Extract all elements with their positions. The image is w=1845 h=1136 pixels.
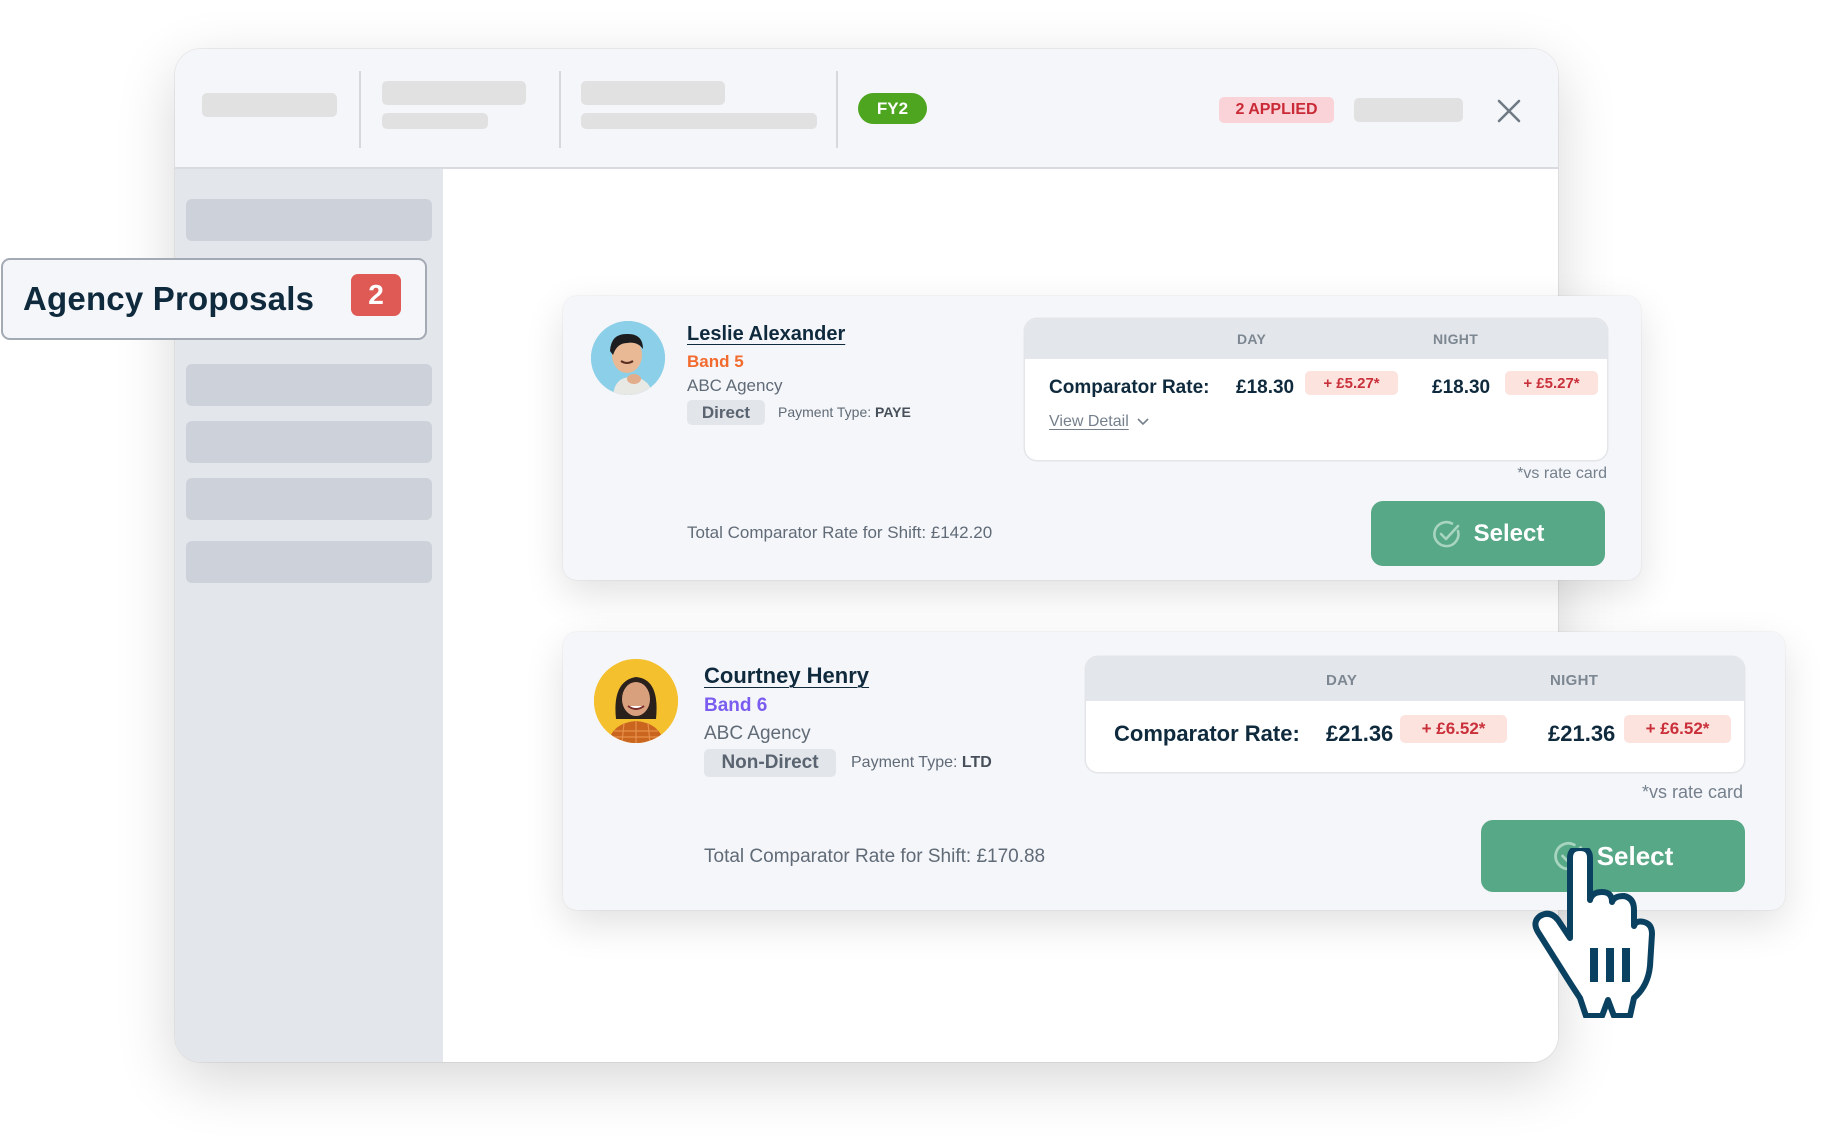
day-rate-diff-badge: + £6.52* <box>1400 715 1507 743</box>
agency-name: ABC Agency <box>687 376 783 395</box>
comparator-rate-label: Comparator Rate: <box>1049 377 1210 398</box>
agency-name: ABC Agency <box>704 723 811 744</box>
select-proposal-button[interactable]: Select <box>1371 501 1605 566</box>
column-header-night: NIGHT <box>1550 672 1599 689</box>
skeleton-placeholder <box>382 81 526 105</box>
payment-type-value: LTD <box>961 754 992 771</box>
rate-card-footnote: *vs rate card <box>1517 465 1607 482</box>
sidebar-item[interactable] <box>186 541 432 583</box>
avatar <box>591 321 665 395</box>
day-rate-diff-badge: + £5.27* <box>1305 371 1398 395</box>
skeleton-placeholder <box>581 81 725 105</box>
check-circle-icon <box>1432 520 1460 547</box>
select-label: Select <box>1473 519 1545 547</box>
skeleton-placeholder <box>581 113 817 129</box>
chevron-down-icon <box>1137 418 1149 426</box>
rate-table-header: DAY NIGHT <box>1086 657 1744 701</box>
day-rate: £18.30 <box>1236 377 1295 398</box>
column-header-day: DAY <box>1237 331 1267 347</box>
close-icon <box>1497 99 1521 123</box>
view-detail-label: View Detail <box>1049 413 1129 430</box>
engagement-type-chip: Direct <box>687 400 765 425</box>
total-comparator-rate: Total Comparator Rate for Shift: £142.20 <box>687 523 993 542</box>
divider <box>836 71 838 148</box>
payment-type-label: Payment Type: <box>778 404 872 420</box>
band-label: Band 5 <box>687 352 744 371</box>
payment-type: Payment Type: LTD <box>851 754 992 772</box>
column-header-night: NIGHT <box>1433 331 1479 347</box>
close-button[interactable] <box>1494 96 1524 126</box>
skeleton-placeholder <box>202 93 337 117</box>
hand-pointer-cursor-icon <box>1532 848 1655 1018</box>
agency-proposals-title: Agency Proposals <box>23 280 315 317</box>
payment-type: Payment Type: PAYE <box>778 404 911 420</box>
worker-name-link[interactable]: Leslie Alexander <box>687 323 845 346</box>
skeleton-placeholder <box>1354 98 1463 122</box>
person-photo-icon <box>591 321 665 395</box>
sidebar-item[interactable] <box>186 478 432 520</box>
rate-table-header: DAY NIGHT <box>1025 319 1607 359</box>
person-photo-icon <box>594 659 678 743</box>
night-rate: £18.30 <box>1432 377 1491 398</box>
rate-card-footnote: *vs rate card <box>1641 782 1743 802</box>
payment-type-label: Payment Type: <box>851 754 958 771</box>
total-comparator-rate: Total Comparator Rate for Shift: £170.88 <box>704 846 1046 867</box>
column-header-day: DAY <box>1326 672 1358 689</box>
rate-table: DAY NIGHT Comparator Rate: £21.36 + £6.5… <box>1086 657 1744 772</box>
band-label: Band 6 <box>704 695 768 716</box>
day-rate: £21.36 <box>1326 721 1394 746</box>
top-bar: FY2 2 APPLIED <box>175 49 1558 169</box>
night-rate-diff-badge: + £6.52* <box>1624 715 1731 743</box>
payment-type-value: PAYE <box>875 404 911 420</box>
fiscal-year-badge: FY2 <box>858 93 927 124</box>
view-detail-link[interactable]: View Detail <box>1049 413 1149 431</box>
comparator-rate-label: Comparator Rate: <box>1114 721 1300 746</box>
proposal-card: Leslie Alexander Band 5 ABC Agency Direc… <box>563 296 1641 580</box>
worker-name-link[interactable]: Courtney Henry <box>704 663 869 689</box>
sidebar-item[interactable] <box>186 199 432 241</box>
proposal-count-badge: 2 <box>351 274 401 316</box>
applied-count-badge: 2 APPLIED <box>1219 97 1334 123</box>
sidebar-item[interactable] <box>186 364 432 406</box>
divider <box>359 71 361 148</box>
avatar <box>594 659 678 743</box>
night-rate: £21.36 <box>1548 721 1616 746</box>
agency-proposals-tab[interactable]: Agency Proposals 2 <box>1 258 427 340</box>
skeleton-placeholder <box>382 113 488 129</box>
sidebar-item[interactable] <box>186 421 432 463</box>
night-rate-diff-badge: + £5.27* <box>1505 371 1598 395</box>
rate-table: DAY NIGHT Comparator Rate: £18.30 + £5.2… <box>1025 319 1607 460</box>
divider <box>559 71 561 148</box>
engagement-type-chip: Non-Direct <box>704 749 836 777</box>
